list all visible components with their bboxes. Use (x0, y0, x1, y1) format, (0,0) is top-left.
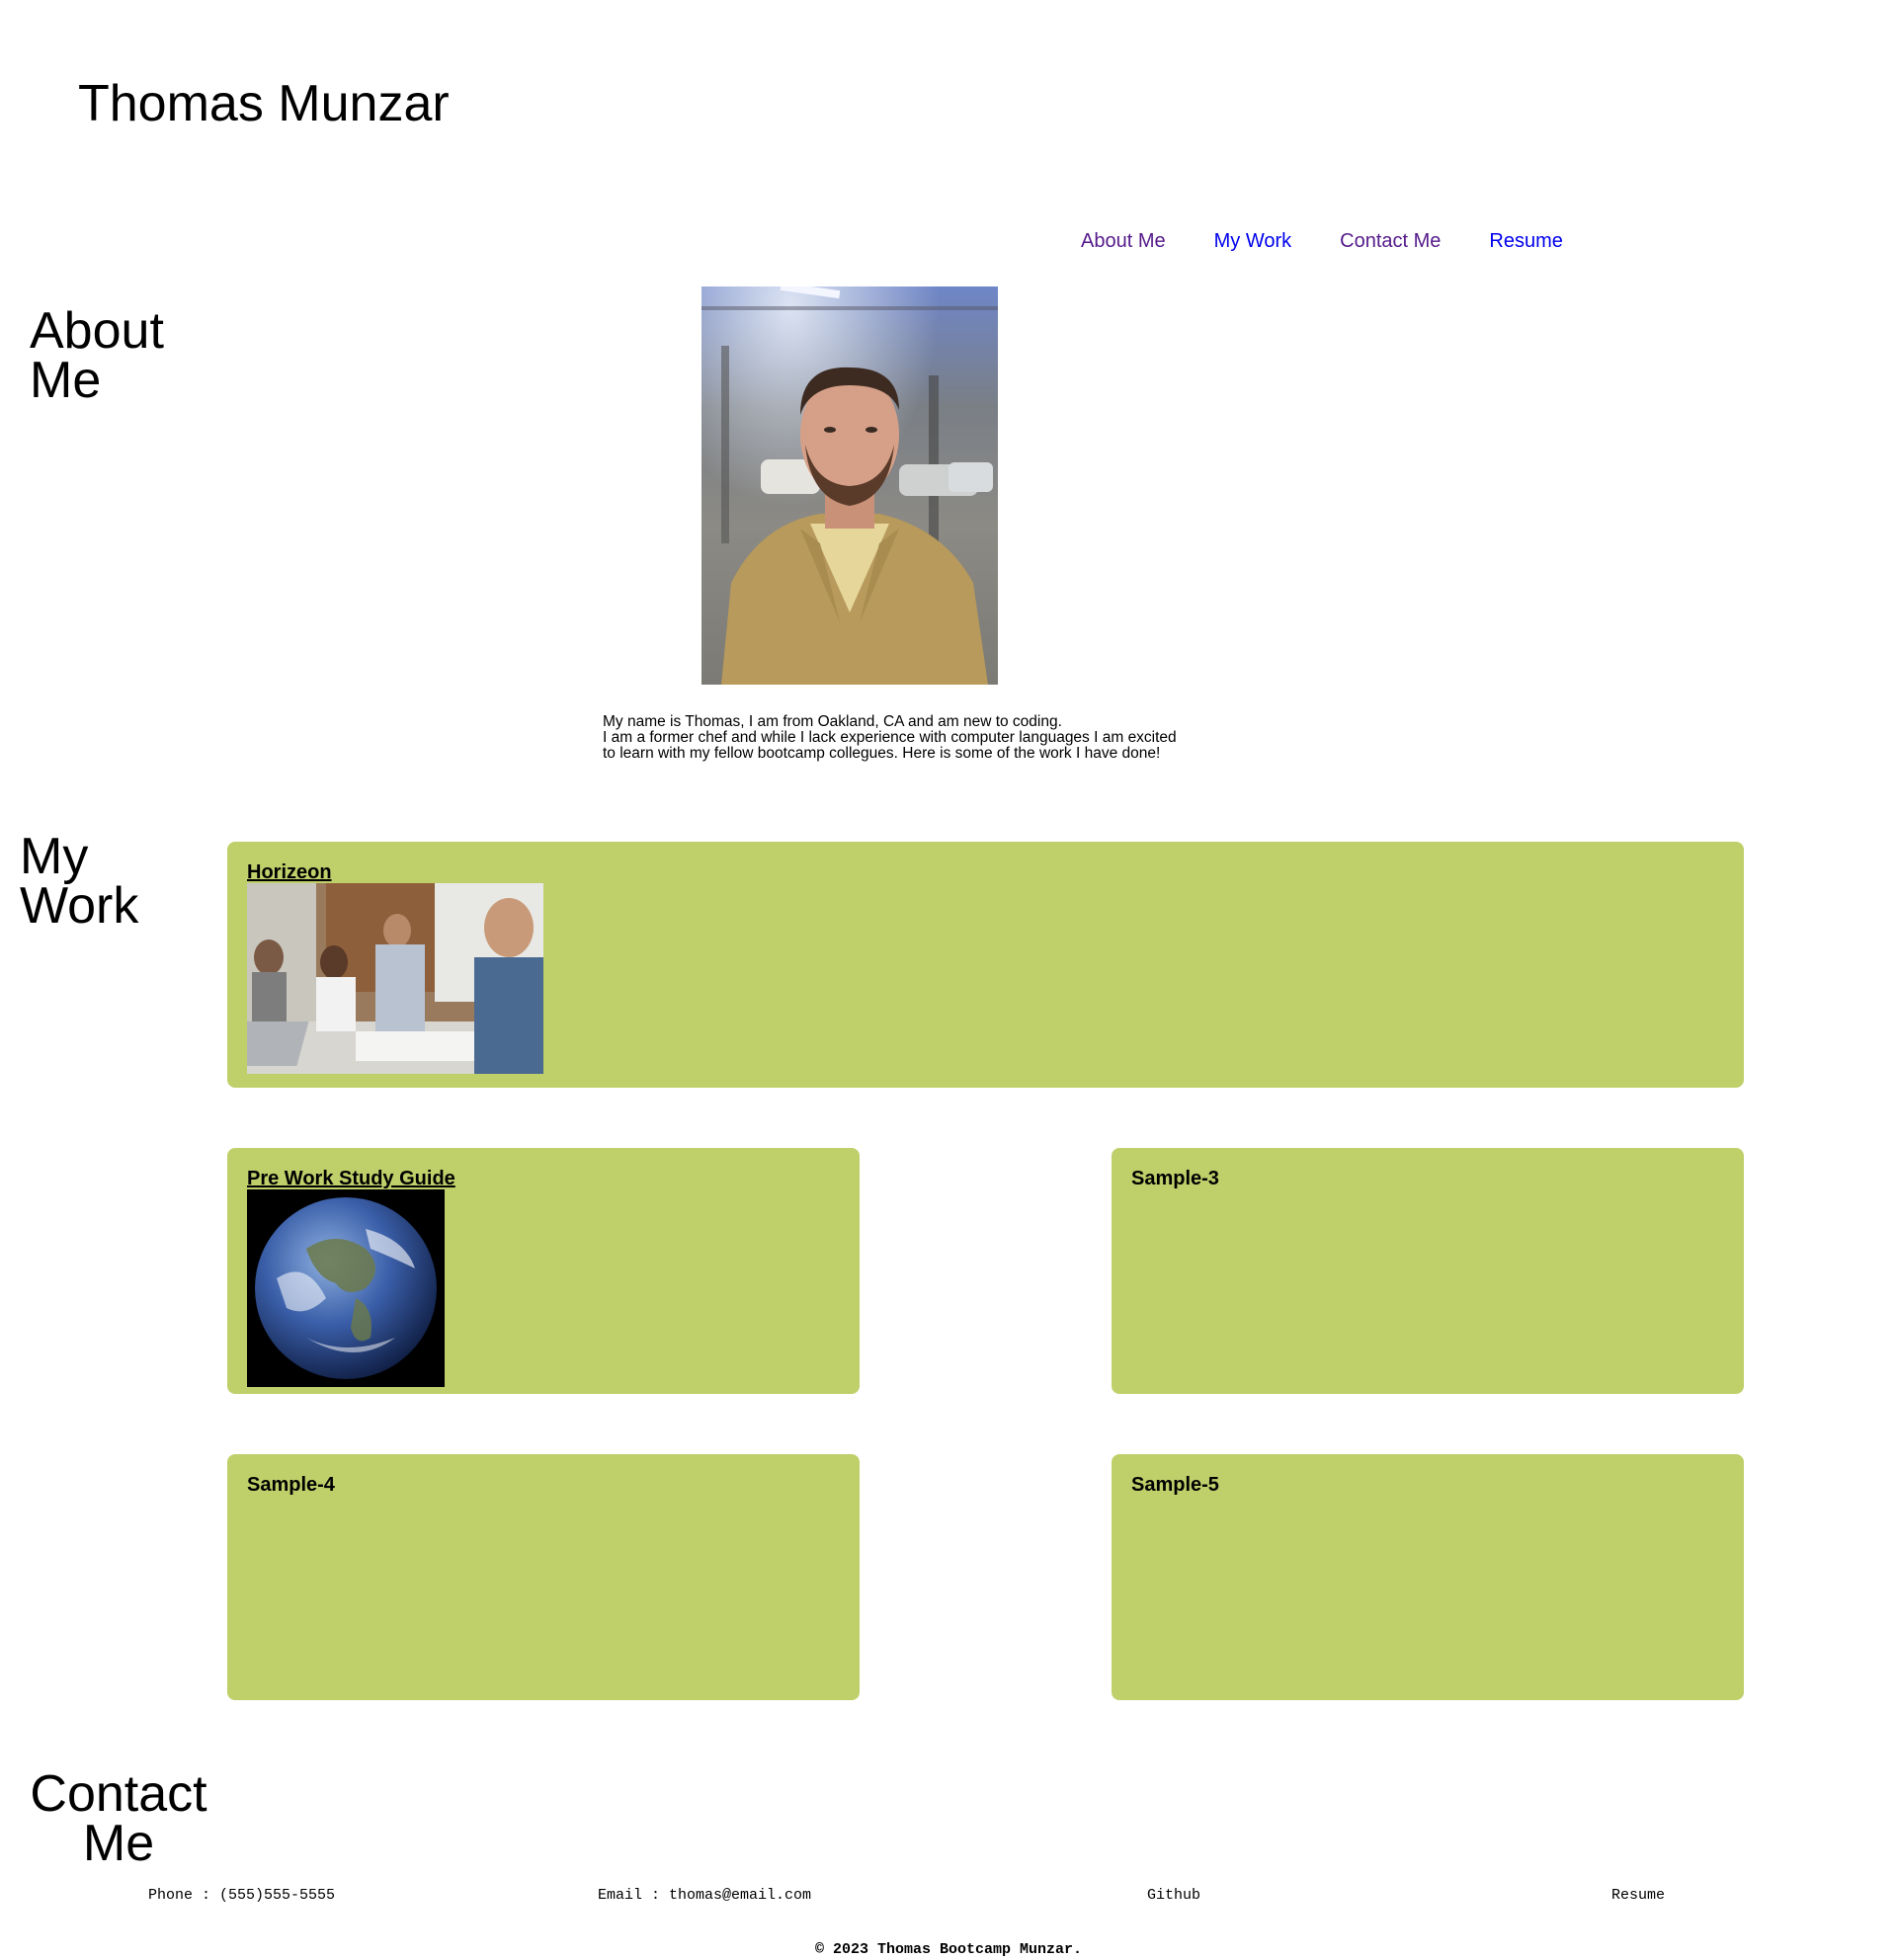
nav-link-resume[interactable]: Resume (1489, 226, 1562, 256)
my-work-heading: My Work (20, 828, 139, 935)
bio-line-1: My name is Thomas, I am from Oakland, CA… (603, 713, 1062, 730)
work-heading-line-2: Work (20, 877, 139, 935)
contact-email[interactable]: Email : thomas@email.com (598, 1886, 811, 1906)
project-card-pre-work-study-guide: Pre Work Study Guide (227, 1148, 860, 1394)
site-title: Thomas Munzar (78, 75, 450, 132)
work-heading-line-1: My (20, 828, 89, 885)
earth-image[interactable] (247, 1189, 445, 1387)
nav-link-contact-me[interactable]: Contact Me (1340, 226, 1441, 256)
nav-link-about-me[interactable]: About Me (1081, 226, 1166, 256)
about-me-bio: My name is Thomas, I am from Oakland, CA… (603, 714, 1215, 762)
contact-heading-line-1: Contact (30, 1765, 207, 1823)
contact-github[interactable]: Github (1147, 1886, 1200, 1906)
contact-me-heading: Contact Me (30, 1765, 207, 1872)
project-card-sample-3: Sample-3 (1112, 1148, 1744, 1394)
bio-line-2: I am a former chef and while I lack expe… (603, 729, 1177, 746)
main-nav: About Me My Work Contact Me Resume (1081, 226, 1563, 256)
project-title-sample-3: Sample-3 (1131, 1168, 1219, 1189)
project-card-sample-4: Sample-4 (227, 1454, 860, 1700)
about-heading-line-1: About (30, 302, 164, 360)
project-card-horizeon: Horizeon (227, 842, 1744, 1088)
horizeon-image[interactable] (247, 883, 543, 1074)
bio-line-3: to learn with my fellow bootcamp collegu… (603, 745, 1161, 762)
contact-info-row: Phone : (555)555-5555 Email : thomas@ema… (0, 1886, 1897, 1906)
contact-phone: Phone : (555)555-5555 (148, 1887, 336, 1904)
project-title-sample-5: Sample-5 (1131, 1474, 1219, 1496)
footer-copyright: © 2023 Thomas Bootcamp Munzar. (814, 1941, 1083, 1958)
project-link-horizeon[interactable]: Horizeon (247, 861, 1724, 883)
project-title-sample-4: Sample-4 (247, 1474, 335, 1496)
profile-photo (701, 286, 998, 685)
contact-resume[interactable]: Resume (1611, 1886, 1665, 1906)
project-card-sample-5: Sample-5 (1112, 1454, 1744, 1700)
contact-heading-line-2: Me (82, 1815, 155, 1872)
about-heading-line-2: Me (30, 352, 102, 409)
about-me-heading: About Me (30, 302, 164, 409)
nav-link-my-work[interactable]: My Work (1214, 226, 1292, 256)
project-link-pre-work-study-guide[interactable]: Pre Work Study Guide (247, 1168, 840, 1189)
